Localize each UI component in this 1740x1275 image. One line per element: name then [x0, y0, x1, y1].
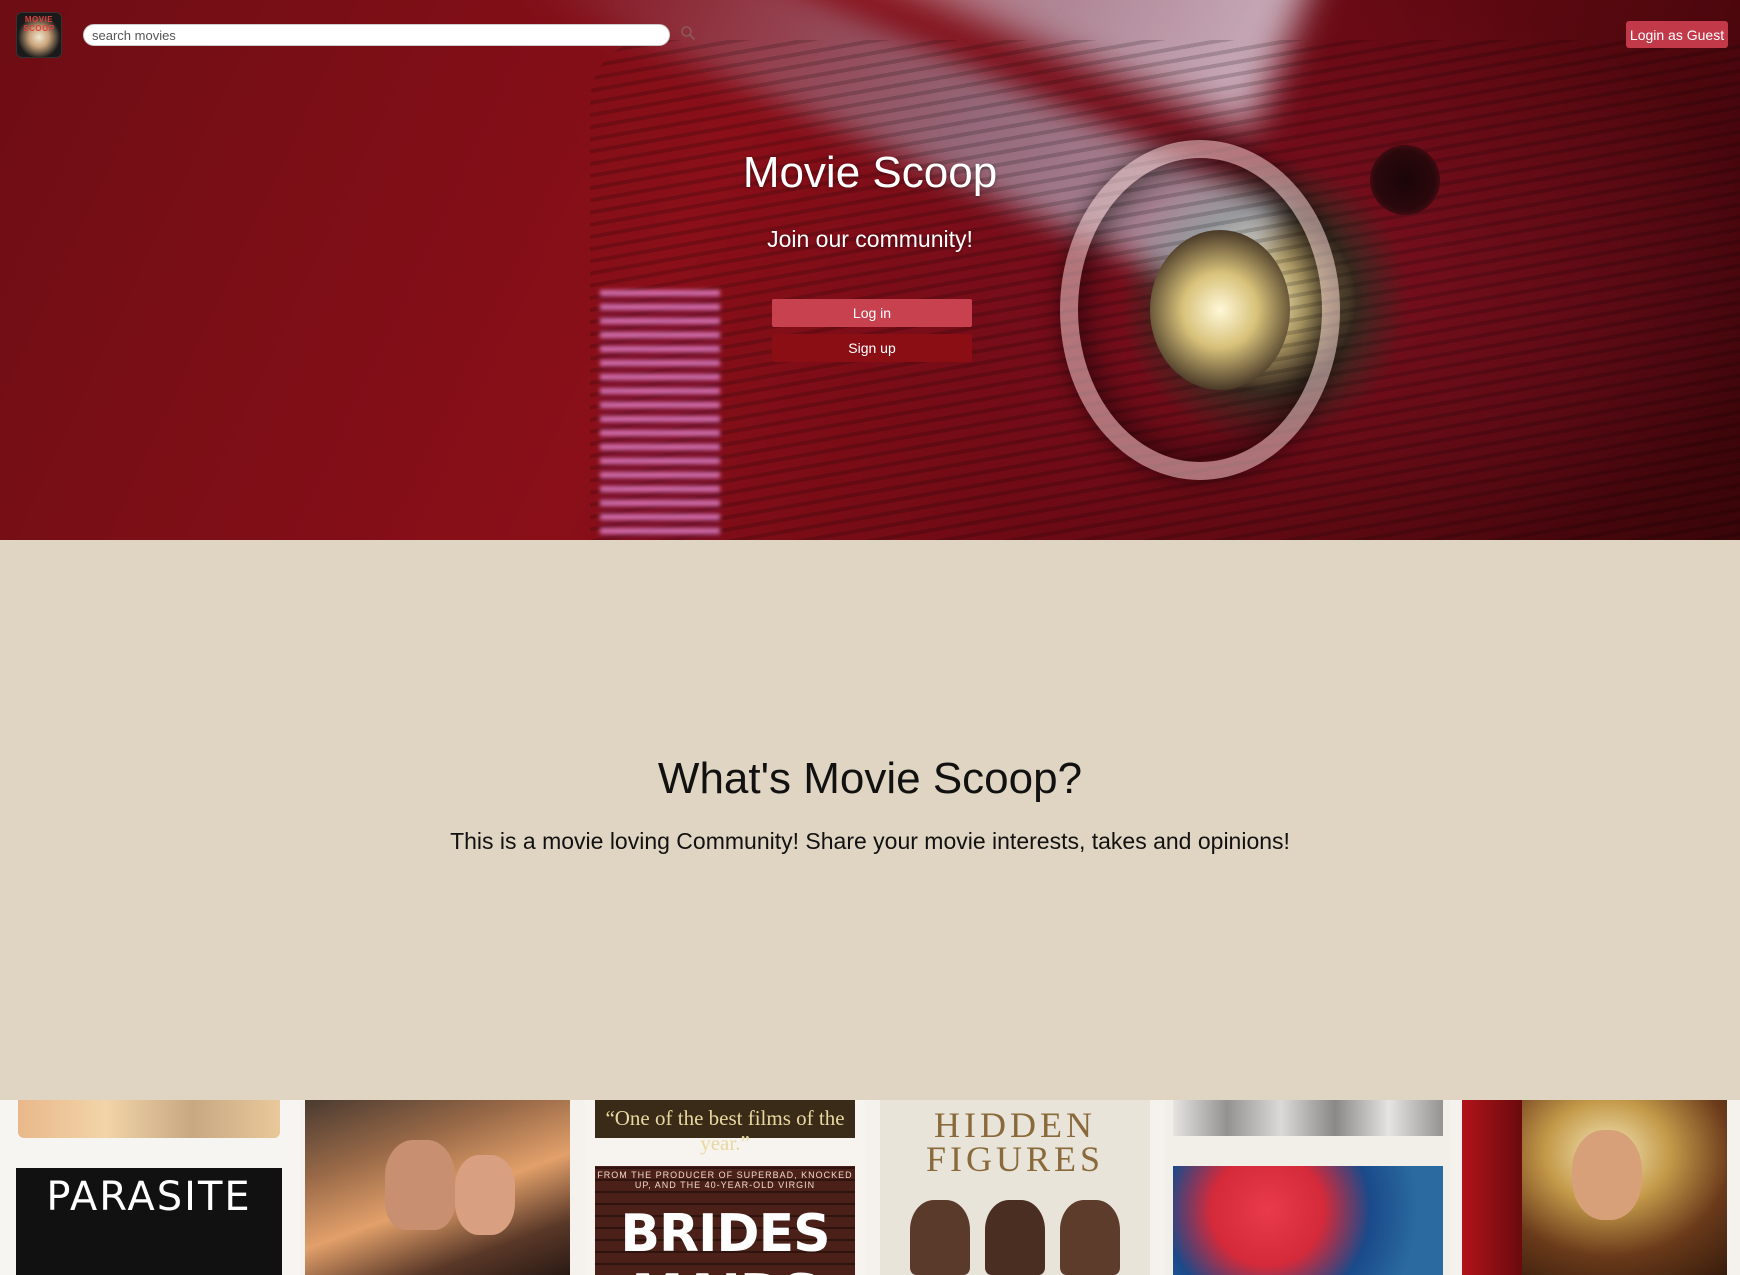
login-button[interactable]: Log in [772, 299, 972, 327]
search-bar [83, 24, 670, 46]
poster-art [1572, 1130, 1642, 1220]
hero-subtitle: Join our community! [767, 226, 973, 252]
logo-text: MOVIE SCOOP [23, 15, 55, 33]
site-logo[interactable]: MOVIE SCOOP [16, 12, 62, 58]
poster-tagline: FROM THE PRODUCER OF SUPERBAD, KNOCKED U… [597, 1170, 853, 1190]
poster-art [985, 1200, 1045, 1275]
hero-banner: MOVIE SCOOP Login as Guest Movie Scoop J… [0, 0, 1740, 540]
poster-art [18, 1100, 280, 1138]
search-icon[interactable] [680, 25, 696, 41]
poster-title: BRIDES MAIDS [620, 1204, 830, 1275]
projector-vent [600, 290, 720, 540]
poster-bridesmaids[interactable]: “One of the best films of the year.” FRO… [585, 1100, 865, 1275]
poster-quote: “One of the best films of the year.” [605, 1106, 845, 1155]
poster-art [1173, 1166, 1443, 1275]
poster-art [910, 1200, 970, 1275]
poster-title: PARASITE [46, 1174, 252, 1220]
signup-button[interactable]: Sign up [772, 334, 972, 362]
about-section: What's Movie Scoop? This is a movie lovi… [0, 540, 1740, 1100]
poster-art [1462, 1100, 1522, 1275]
about-title: What's Movie Scoop? [657, 754, 1083, 803]
poster-hidden-figures[interactable]: HIDDEN FIGURES [880, 1100, 1150, 1275]
poster-title: HIDDEN FIGURES [925, 1105, 1105, 1179]
login-as-guest-button[interactable]: Login as Guest [1626, 21, 1728, 48]
about-description: This is a movie loving Community! Share … [450, 828, 1290, 854]
search-input[interactable] [83, 24, 670, 46]
poster-parasite[interactable]: PARASITE [0, 1100, 300, 1275]
movie-poster-strip: PARASITE “One of the best films of the y… [0, 1100, 1740, 1275]
projector-lens [1150, 230, 1290, 390]
poster-art [1060, 1200, 1120, 1275]
poster-art [385, 1140, 455, 1230]
poster-greatest-showman[interactable] [1462, 1100, 1727, 1275]
poster-art [1173, 1100, 1443, 1136]
poster-titanic[interactable] [305, 1100, 570, 1275]
poster-crazy-rich-asians[interactable] [1165, 1100, 1450, 1275]
hero-title: Movie Scoop [742, 148, 998, 197]
poster-art [455, 1155, 515, 1235]
